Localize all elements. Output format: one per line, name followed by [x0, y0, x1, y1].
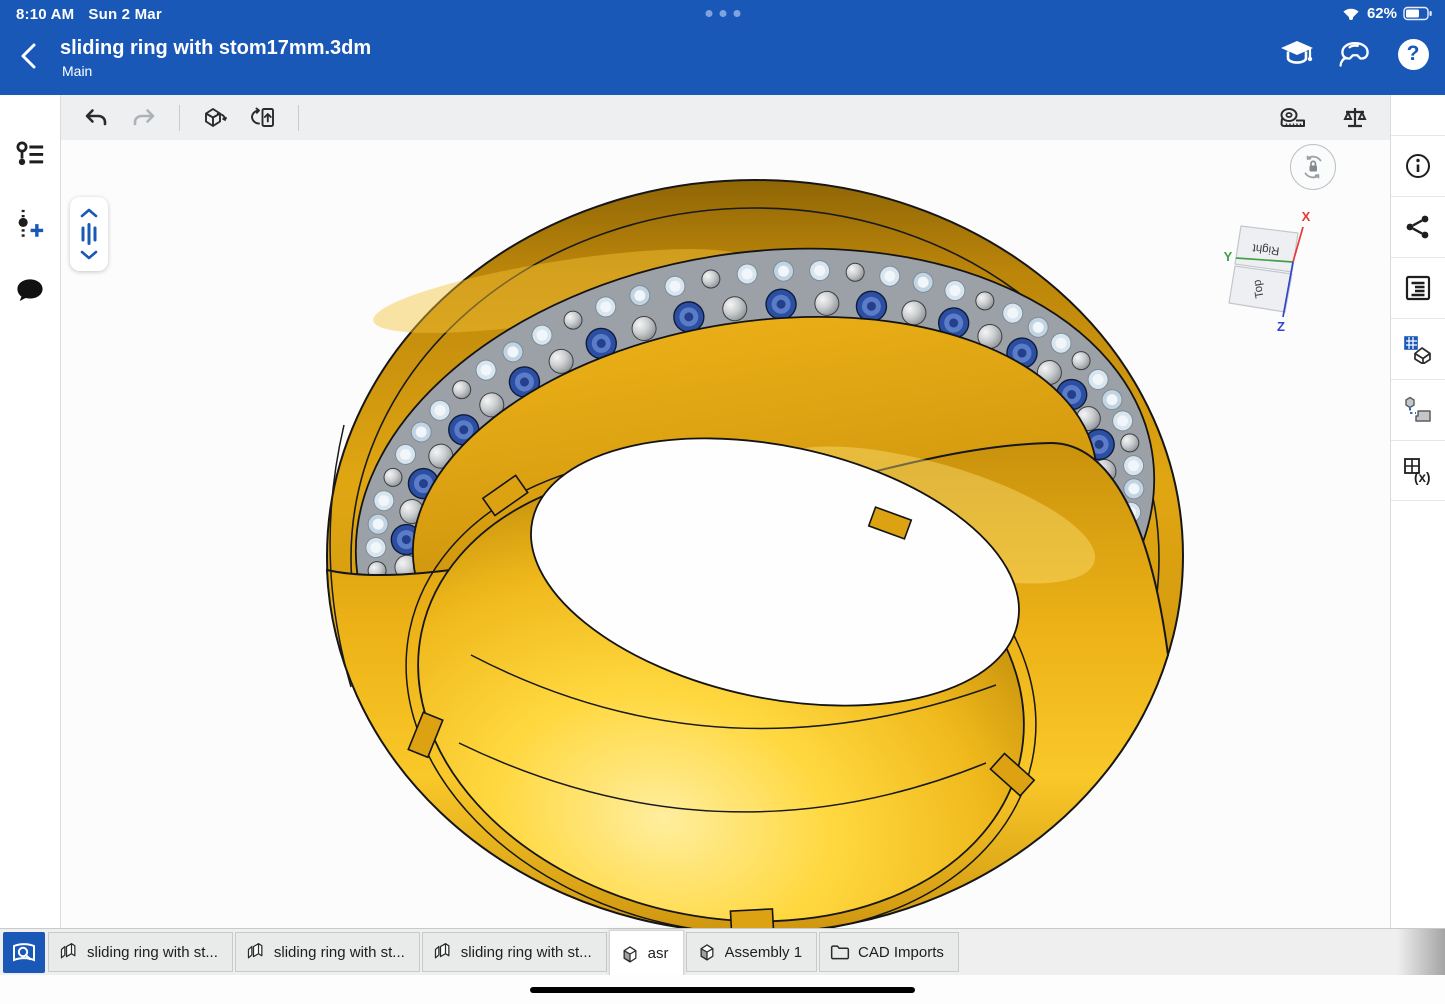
ar-view-icon[interactable]: [1337, 36, 1373, 72]
status-time-date: 8:10 AM Sun 2 Mar: [16, 6, 162, 23]
axis-y-label: Y: [1224, 249, 1233, 264]
document-header: sliding ring with stom17mm.3dm Main ?: [0, 30, 1445, 95]
comments-icon[interactable]: [14, 275, 46, 307]
view-cube-faces[interactable]: Right Top: [1229, 226, 1298, 312]
assembly-icon: [620, 944, 640, 964]
app-header: 8:10 AM Sun 2 Mar 62% sliding ring with s…: [0, 0, 1445, 95]
chevron-up-icon[interactable]: [79, 207, 99, 219]
tabbar-scroll-fade: [1397, 929, 1445, 976]
doc-tab-label: asr: [648, 945, 669, 962]
configurations-button[interactable]: [1391, 318, 1445, 379]
battery-percent: 62%: [1367, 5, 1397, 22]
variables-button[interactable]: (x): [1391, 440, 1445, 501]
doc-tab-label: sliding ring with st...: [87, 944, 218, 961]
bom-list-button[interactable]: [1391, 257, 1445, 318]
doc-tab-label: Assembly 1: [725, 944, 803, 961]
doc-tab-label: sliding ring with st...: [274, 944, 405, 961]
back-button[interactable]: [16, 40, 50, 80]
status-bar: 8:10 AM Sun 2 Mar 62%: [0, 0, 1445, 30]
doc-tab-assembly[interactable]: Assembly 1: [686, 932, 818, 972]
share-button[interactable]: [1391, 196, 1445, 257]
folder-icon: [830, 943, 850, 961]
status-indicators: 62%: [1341, 5, 1433, 22]
status-time: 8:10 AM: [16, 6, 74, 23]
3d-viewport[interactable]: Right Top X Y Z: [61, 140, 1390, 928]
status-date: Sun 2 Mar: [88, 6, 161, 23]
doc-tab-partstudio[interactable]: sliding ring with st...: [48, 932, 233, 972]
doc-tab-label: CAD Imports: [858, 944, 944, 961]
feature-tree-icon[interactable]: [14, 139, 46, 171]
help-label: ?: [1407, 42, 1420, 66]
view-cube[interactable]: Right Top X Y Z: [1216, 205, 1332, 341]
axis-x-label: X: [1302, 209, 1311, 224]
partstudio-icon: [433, 942, 453, 962]
variables-icon-label: (x): [1414, 470, 1431, 485]
document-tab-bar: sliding ring with st... sliding ring wit…: [0, 928, 1445, 975]
history-slider-icon: [78, 222, 100, 246]
chevron-down-icon[interactable]: [79, 249, 99, 261]
document-title: sliding ring with stom17mm.3dm: [60, 37, 371, 60]
learning-center-icon[interactable]: [1279, 36, 1315, 72]
home-strip: [0, 975, 1445, 1004]
wifi-icon: [1341, 6, 1361, 21]
header-actions: ?: [1279, 36, 1431, 72]
info-panel-button[interactable]: [1391, 135, 1445, 196]
battery-icon: [1403, 6, 1433, 21]
help-button[interactable]: ?: [1395, 36, 1431, 72]
partstudio-icon: [59, 942, 79, 962]
ring-model: [317, 180, 1193, 928]
axis-z-label: Z: [1277, 319, 1285, 334]
multitasking-dots-icon[interactable]: [705, 10, 740, 17]
home-indicator[interactable]: [530, 987, 915, 993]
doc-tab-label: sliding ring with st...: [461, 944, 592, 961]
insert-feature-icon[interactable]: [14, 207, 46, 239]
doc-tab-partstudio[interactable]: sliding ring with st...: [235, 932, 420, 972]
3d-viewport-model[interactable]: [61, 95, 1390, 928]
left-sidebar: [0, 95, 61, 928]
workspace-name: Main: [62, 63, 92, 79]
doc-tab-assembly-active[interactable]: asr: [609, 930, 684, 976]
linked-documents-button[interactable]: [1391, 379, 1445, 440]
history-slider-flyout[interactable]: [70, 197, 108, 271]
assembly-icon: [697, 942, 717, 962]
doc-tab-folder[interactable]: CAD Imports: [819, 932, 959, 972]
view-rotation-lock-button[interactable]: [1290, 144, 1336, 190]
right-sidebar: (x): [1390, 95, 1445, 928]
partstudio-icon: [246, 942, 266, 962]
browse-tabs-button[interactable]: [3, 932, 45, 973]
doc-tab-partstudio[interactable]: sliding ring with st...: [422, 932, 607, 972]
